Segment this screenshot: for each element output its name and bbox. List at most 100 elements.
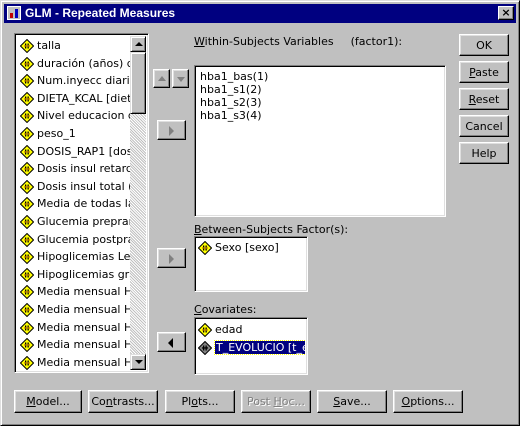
- scale-variable-icon: [20, 144, 34, 159]
- list-item[interactable]: talla: [17, 37, 130, 55]
- scale-variable-icon: [20, 39, 34, 53]
- list-item[interactable]: peso_1: [17, 125, 130, 143]
- list-item[interactable]: Media mensual Hip: [17, 354, 130, 372]
- list-item-label: Media mensual Hip: [37, 355, 130, 369]
- plots-button[interactable]: Plots...: [165, 390, 235, 413]
- move-down-button[interactable]: [172, 69, 189, 88]
- list-item[interactable]: Dosis insul retard (U: [17, 160, 130, 178]
- scale-variable-icon: [20, 56, 34, 71]
- arrow-down-icon: [177, 77, 185, 82]
- source-variable-list[interactable]: talla duración (años) de Num.inyecc diaria…: [14, 33, 149, 373]
- list-item[interactable]: Media de todas las: [17, 195, 130, 213]
- scale-variable-icon: [20, 267, 34, 282]
- list-item[interactable]: T_EVOLUCIO [t_e: [195, 339, 305, 357]
- list-item[interactable]: Hipoglicemias Leve: [17, 248, 130, 266]
- window-title: GLM - Repeated Measures: [25, 6, 176, 20]
- close-button[interactable]: ×: [498, 6, 514, 20]
- scale-variable-icon: [20, 91, 34, 106]
- move-up-button[interactable]: [153, 69, 170, 88]
- list-item[interactable]: edad: [195, 321, 305, 339]
- list-item-label: edad: [215, 323, 243, 336]
- list-item[interactable]: Media mensual Hip: [17, 336, 130, 354]
- scroll-up-button[interactable]: [130, 36, 146, 52]
- arrow-up-icon: [135, 42, 143, 46]
- list-item-label: talla: [37, 39, 61, 52]
- source-list-scrollbar[interactable]: [130, 36, 146, 370]
- move-to-between-button[interactable]: [157, 248, 186, 268]
- arrow-up-icon: [158, 76, 166, 81]
- scale-variable-icon: [20, 197, 34, 212]
- list-item[interactable]: Num.inyecc diarias: [17, 72, 130, 90]
- list-item[interactable]: duración (años) de: [17, 55, 130, 73]
- within-subjects-list[interactable]: hba1_bas(1) hba1_s1(2) hba1_s2(3) hba1_s3(4…: [194, 65, 446, 217]
- model-button[interactable]: Model...: [14, 390, 82, 413]
- list-item[interactable]: Nivel educacion dia: [17, 107, 130, 125]
- list-item-label: Hipoglicemias Leve: [37, 250, 130, 264]
- list-item-label: Media de todas las: [37, 197, 130, 211]
- scale-variable-icon: [20, 250, 34, 265]
- list-item-label: Dosis insul total (UI: [37, 179, 130, 193]
- list-item-label: Media mensual Hip: [37, 302, 130, 316]
- list-item-label: Glucemia preprandi: [37, 214, 130, 228]
- list-item[interactable]: DIETA_KCAL [dieta: [17, 90, 130, 108]
- paste-button[interactable]: Paste: [459, 61, 509, 83]
- list-item[interactable]: Sexo [sexo]: [195, 239, 305, 257]
- scale-variable-icon: [20, 162, 34, 177]
- move-from-covariates-button[interactable]: [157, 332, 186, 352]
- scale-variable-icon: [20, 214, 34, 229]
- scroll-thumb[interactable]: [130, 52, 146, 114]
- scale-variable-icon: [20, 285, 34, 300]
- scale-variable-icon: [198, 323, 212, 337]
- list-item[interactable]: Dosis insul total (UI: [17, 178, 130, 196]
- list-item-label: Nivel educacion dia: [37, 109, 130, 123]
- list-item-label: Media mensual Hip: [37, 285, 130, 299]
- list-item[interactable]: Media mensual Hip: [17, 301, 130, 319]
- list-item-label: Sexo [sexo]: [215, 241, 279, 254]
- help-button[interactable]: Help: [459, 142, 509, 164]
- scroll-down-button[interactable]: [130, 354, 146, 370]
- scale-variable-icon: [20, 320, 34, 335]
- list-item-label: DOSIS_RAP1 [dos: [37, 144, 130, 158]
- list-item[interactable]: Hipoglicemias grave: [17, 266, 130, 284]
- options-button[interactable]: Options...: [393, 390, 463, 413]
- list-item-label: duración (años) de: [37, 56, 130, 70]
- ok-button[interactable]: OK: [459, 34, 509, 56]
- move-to-within-button[interactable]: [157, 120, 186, 140]
- covariates-label: Covariates:: [194, 303, 257, 316]
- within-subjects-label: Within-Subjects Variables (factor1):: [194, 35, 403, 48]
- post-hoc-button[interactable]: Post Hoc...: [241, 390, 311, 413]
- covariates-list[interactable]: edad T_EVOLUCIO [t_e: [194, 317, 308, 375]
- list-item[interactable]: hba1_bas(1): [198, 70, 268, 83]
- scale-variable-icon: [20, 338, 34, 353]
- between-subjects-list[interactable]: Sexo [sexo]: [194, 236, 308, 292]
- save-button[interactable]: Save...: [317, 390, 387, 413]
- reset-button[interactable]: Reset: [459, 88, 509, 110]
- list-item-label: Dosis insul retard (U: [37, 162, 130, 176]
- title-bar[interactable]: GLM - Repeated Measures ×: [4, 4, 516, 23]
- list-item-label: Num.inyecc diarias: [37, 74, 130, 88]
- list-item-label: Media mensual Hip: [37, 338, 130, 352]
- list-item-label: Media mensual Hip: [37, 320, 130, 334]
- list-item[interactable]: Glucemia preprandi: [17, 213, 130, 231]
- spss-app-icon: [7, 6, 21, 20]
- cancel-button[interactable]: Cancel: [459, 115, 509, 137]
- list-item[interactable]: hba1_s1(2): [198, 83, 268, 96]
- scale-variable-selected-icon: [198, 340, 212, 355]
- scale-variable-icon: [198, 241, 212, 255]
- list-item[interactable]: Glucemia postpranc: [17, 231, 130, 249]
- scale-variable-icon: [20, 74, 34, 89]
- list-item[interactable]: Media mensual Hip: [17, 319, 130, 337]
- list-item[interactable]: DOSIS_RAP1 [dos: [17, 143, 130, 161]
- between-subjects-label: Between-Subjects Factor(s):: [194, 223, 349, 236]
- arrow-down-icon: [135, 360, 143, 364]
- arrow-right-icon: [169, 126, 174, 136]
- list-item[interactable]: Media mensual Hip: [17, 283, 130, 301]
- list-item[interactable]: hba1_s3(4): [198, 109, 268, 122]
- list-item[interactable]: hba1_s2(3): [198, 96, 268, 109]
- contrasts-button[interactable]: Contrasts...: [88, 390, 158, 413]
- scale-variable-icon: [20, 179, 34, 194]
- list-item-label: Glucemia postpranc: [37, 232, 130, 246]
- arrow-right-icon: [169, 254, 174, 264]
- scale-variable-icon: [20, 126, 34, 141]
- list-item-label: T_EVOLUCIO [t_e: [214, 339, 305, 355]
